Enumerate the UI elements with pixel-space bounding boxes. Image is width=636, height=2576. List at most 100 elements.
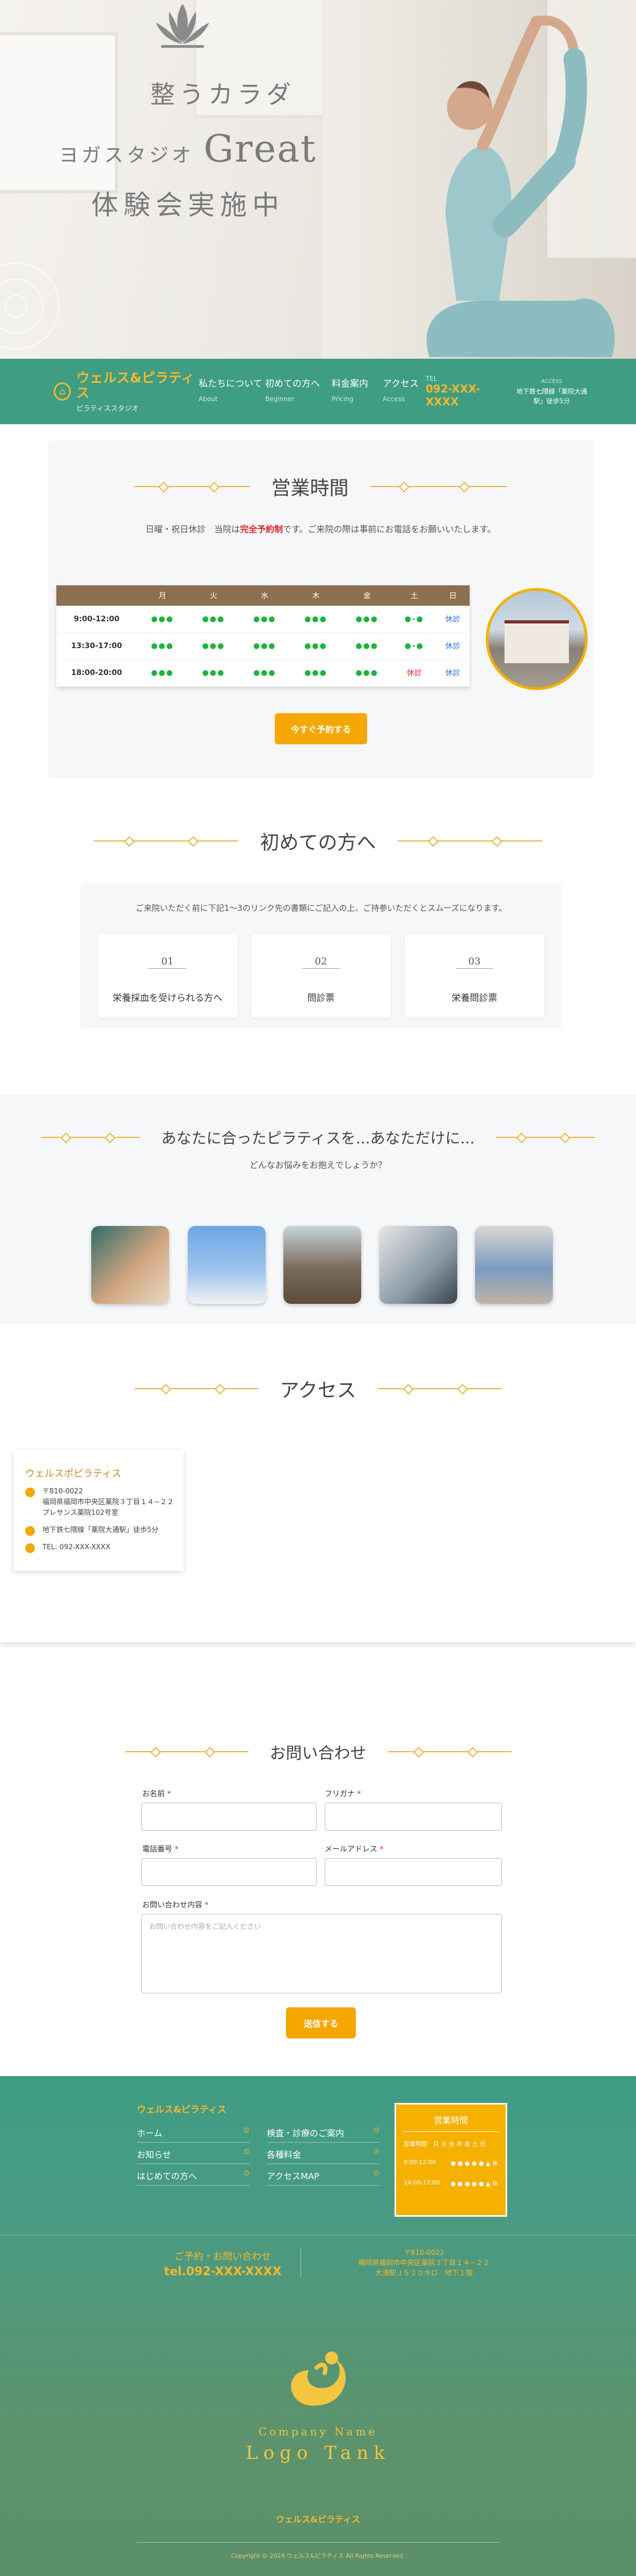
phone-field[interactable] xyxy=(141,1858,317,1886)
nav-item-access[interactable]: アクセス Access xyxy=(383,376,426,407)
cell: ●-● xyxy=(392,633,436,660)
footer-link-services[interactable]: 検査・診療のご案内 xyxy=(267,2126,379,2143)
note-emphasis: 完全予約制 xyxy=(240,524,283,534)
main-nav: ⌂ ウェルス&ピラティス ピラティススタジオ 私たちについて About 初めての… xyxy=(0,359,636,424)
nav-access-info: ACCESS 地下鉄七隈線「薬院大通駅」徒歩5分 xyxy=(511,377,592,406)
ornament-line xyxy=(40,1137,140,1138)
hero-copy: 整うカラダ ヨガスタジオ Great 体験会実施中 xyxy=(48,75,327,222)
cell: ●●● xyxy=(188,633,239,660)
worry-photo-3[interactable] xyxy=(283,1226,361,1304)
footer-brand: ウェルス&ピラティス xyxy=(137,2105,226,2115)
worry-photo-2[interactable] xyxy=(188,1226,266,1304)
footer-link-beginner[interactable]: はじめての方へ xyxy=(137,2169,250,2186)
hero-line2-pre: ヨガスタジオ xyxy=(59,144,194,166)
card-label: 問診票 xyxy=(307,993,335,1004)
ornament-line xyxy=(93,840,239,841)
hero-line2-big: Great xyxy=(203,127,317,171)
reserve-button[interactable]: 今すぐ予約する xyxy=(275,713,367,744)
hero-banner: 整うカラダ ヨガスタジオ Great 体験会実施中 xyxy=(0,0,636,359)
hero-line3: 体験会実施中 xyxy=(91,190,284,221)
ornament-line xyxy=(370,486,507,487)
footer-hours-row: 9:00-12:00 ● ● ● ● ● ▲ 休 xyxy=(404,2159,498,2167)
ornament-line xyxy=(135,1388,259,1389)
cell: ●●● xyxy=(341,659,393,687)
email-field[interactable] xyxy=(325,1858,502,1886)
submit-button[interactable]: 送信する xyxy=(286,2007,356,2038)
table-header-blank xyxy=(56,585,137,606)
footer-hours-row: 14:00-17:00 ● ● ● ● ● ▲ 休 xyxy=(404,2179,498,2188)
copyright: Copyright © 2024 ウェルス&ピラティス All Rights R… xyxy=(231,2552,405,2559)
company-logo-icon xyxy=(291,2352,346,2406)
kana-label: フリガナ * xyxy=(325,1790,361,1798)
time-slot: 13:30-17:00 xyxy=(56,633,137,660)
day-header: 火 xyxy=(188,585,239,606)
hours-row-time: 14:00-17:00 xyxy=(404,2179,440,2186)
nav-item-about[interactable]: 私たちについて About xyxy=(199,376,265,407)
map-area-bottom xyxy=(0,1632,636,1642)
cta-label: ご予約・お問い合わせ xyxy=(174,2251,271,2262)
footer-link-home[interactable]: ホーム xyxy=(137,2126,250,2143)
access-label: ACCESS xyxy=(541,379,562,384)
worry-photo-1[interactable] xyxy=(91,1226,169,1304)
cell: ●●● xyxy=(188,659,239,687)
phone-label: 電話番号 * xyxy=(142,1845,179,1854)
cell: ●●● xyxy=(137,606,188,633)
pilates-sub: どんなお悩みをお抱えでしょうか？ xyxy=(249,1160,387,1170)
email-label: メールアドレス * xyxy=(325,1845,384,1854)
name-label: お名前 * xyxy=(142,1790,171,1798)
message-label: お問い合わせ内容 * xyxy=(142,1901,209,1910)
hours-note: 日曜・祝日休診 当院は完全予約制です。ご来院の際は事前にお電話をお願いいたします… xyxy=(48,522,593,535)
cell: ●●● xyxy=(290,633,342,660)
worry-photo-4[interactable] xyxy=(379,1226,457,1304)
cell: 休診 xyxy=(436,606,470,633)
address-row: 〒810-0022 福岡県福岡市中央区薬院３丁目１４−２２ プレサンス薬院102… xyxy=(25,1486,184,1519)
nav-sub: Pricing xyxy=(332,395,354,403)
footer-link-news[interactable]: お知らせ xyxy=(137,2147,250,2164)
nav-item-pricing[interactable]: 料金案内 Pricing xyxy=(332,376,383,407)
first-intro: ご来院いただく前に下記1〜3のリンク先の書類にご記入の上、ご持参いただくとスムー… xyxy=(135,903,507,913)
card-underline xyxy=(456,968,493,969)
name-field[interactable] xyxy=(141,1803,317,1831)
cell: ●●● xyxy=(341,633,393,660)
nav-tel[interactable]: TEL 092-XXX-XXXX xyxy=(426,375,485,408)
cta-tel: tel.092-XXX-XXXX xyxy=(164,2265,282,2279)
ornament-line xyxy=(377,1388,501,1389)
doc-card[interactable]: 03 栄養問診票 xyxy=(405,934,544,1018)
label-text: お名前 xyxy=(142,1790,165,1798)
access-title: アクセス xyxy=(280,1380,356,1402)
footer-link-pricing[interactable]: 各種料金 xyxy=(267,2147,379,2164)
yoga-woman-photo xyxy=(322,0,636,359)
cell: ●●● xyxy=(188,606,239,633)
station-row: 地下鉄七隈線「薬院大通駅」徒歩5分 xyxy=(25,1525,184,1536)
site-logo[interactable]: ⌂ ウェルス&ピラティス ピラティススタジオ xyxy=(54,370,199,413)
clinic-photo xyxy=(486,588,588,690)
cell: 休診 xyxy=(436,659,470,687)
cell: ●●● xyxy=(137,659,188,687)
footer-link-map[interactable]: アクセスMAP xyxy=(267,2169,379,2186)
section-heading: あなたに合ったピラティスを...あなただけに... xyxy=(0,1127,636,1148)
nav-item-beginner[interactable]: 初めての方へ Beginner xyxy=(265,376,332,407)
hours-row-time: 9:00-12:00 xyxy=(404,2159,436,2166)
kana-field[interactable] xyxy=(325,1803,502,1831)
hours-title: 営業時間 xyxy=(271,477,349,499)
note-pre: 日曜・祝日休診 当院は xyxy=(145,524,240,534)
ornament-line xyxy=(397,840,543,841)
nav-sub: Beginner xyxy=(265,395,295,403)
brand-sub: ピラティススタジオ xyxy=(76,404,139,413)
ornament-left xyxy=(0,263,60,350)
nav-sub: About xyxy=(199,395,218,403)
doc-card[interactable]: 02 問診票 xyxy=(251,934,391,1018)
section-heading: 営業時間 xyxy=(48,473,593,500)
train-icon xyxy=(25,1526,35,1536)
message-textarea[interactable]: お問い合わせ内容をご記入ください xyxy=(141,1914,502,1993)
station-text: 地下鉄七隈線「薬院大通駅」徒歩5分 xyxy=(42,1526,159,1534)
card-num: 02 xyxy=(315,956,327,967)
first-title: 初めての方へ xyxy=(260,832,376,854)
worry-photo-5[interactable] xyxy=(475,1226,553,1304)
doc-card[interactable]: 01 栄養採血を受けられる方へ xyxy=(98,934,237,1018)
cell: ●●● xyxy=(341,606,393,633)
ornament-line xyxy=(125,1751,248,1752)
footer-cta[interactable]: ご予約・お問い合わせ tel.092-XXX-XXXX xyxy=(161,2249,284,2279)
ornament-line xyxy=(388,1751,511,1752)
table-row: 9:00-12:00 ●●● ●●● ●●● ●●● ●●● ●-● 休診 xyxy=(56,606,470,633)
